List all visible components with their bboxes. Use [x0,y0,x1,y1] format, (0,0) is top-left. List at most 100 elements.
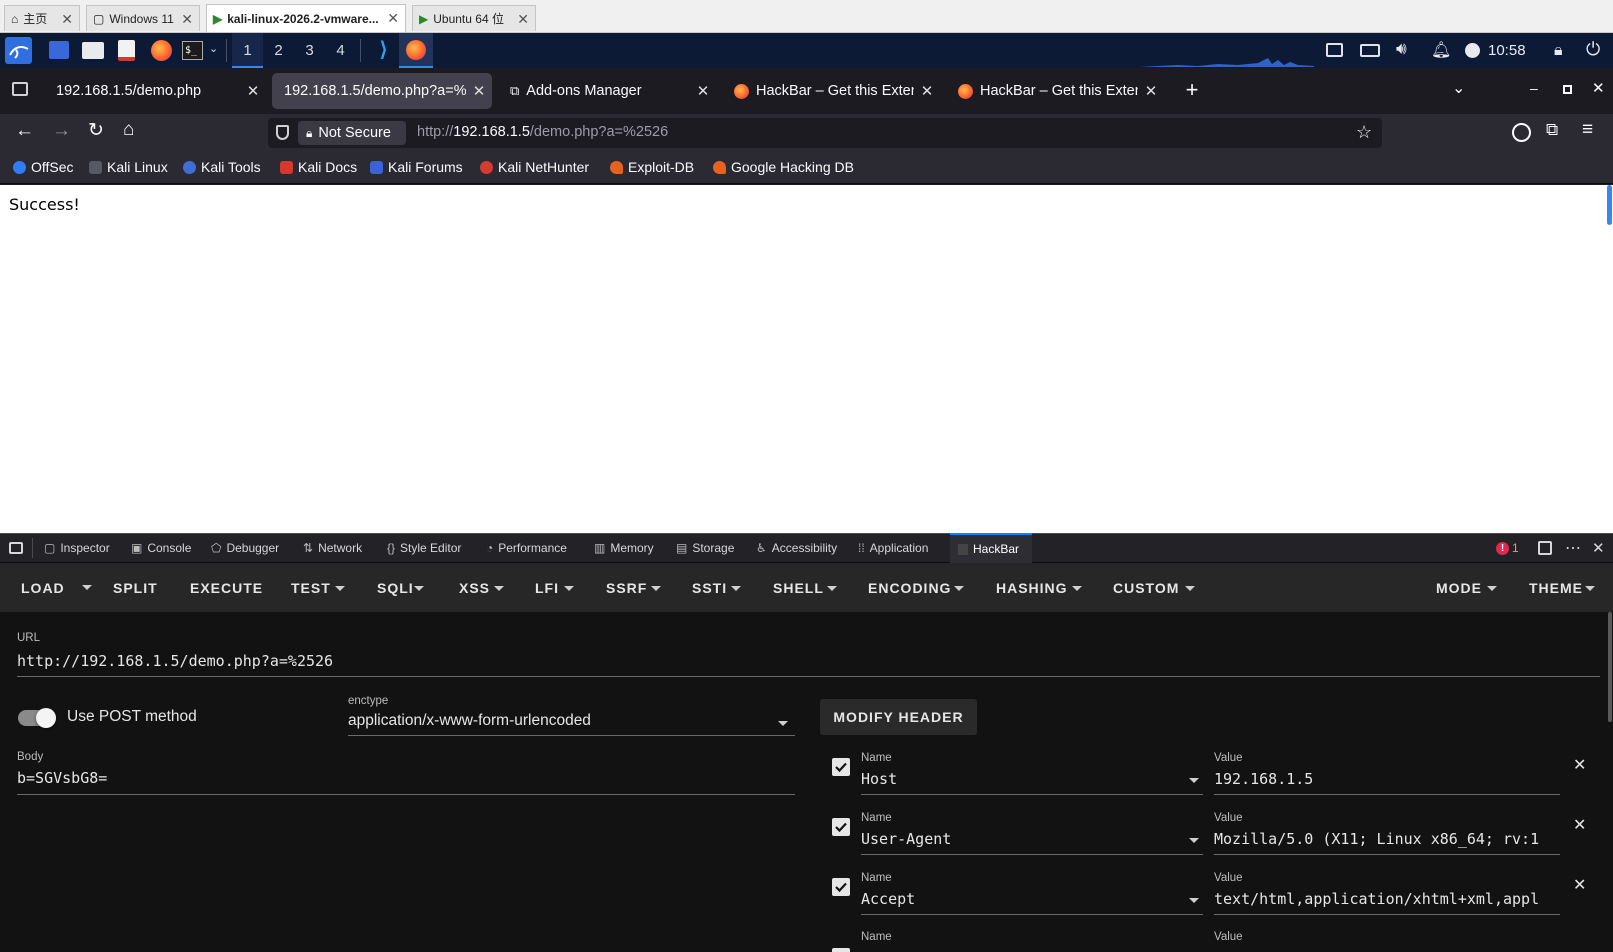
vertical-scrollbar[interactable] [1607,185,1612,225]
lfi-menu[interactable]: LFI [535,580,559,596]
tab-console[interactable]: ▣ Console [131,541,191,555]
tab-accessibility[interactable]: ♿︎ Accessibility [756,541,837,555]
error-count-badge[interactable]: ! 1 [1496,541,1519,555]
workspace-1[interactable]: 1 [232,33,263,68]
tracking-shield-icon[interactable] [276,125,289,140]
close-icon[interactable]: ✕ [181,11,193,28]
new-tab-button[interactable]: + [1178,77,1206,105]
close-icon[interactable]: ✕ [914,82,940,100]
file-manager-icon[interactable] [82,42,104,59]
split-button[interactable]: SPLIT [113,580,158,596]
shell-menu[interactable]: SHELL [773,580,824,596]
bookmark-offsec[interactable]: OffSec [13,159,74,175]
more-options-icon[interactable]: ⋯ [1565,538,1581,558]
notification-bell-icon[interactable]: 🔔︎ [1431,40,1451,60]
firefox-window-button[interactable] [399,33,433,68]
header-name-input[interactable]: Host [861,770,897,788]
close-icon[interactable]: ✕ [1138,82,1164,100]
url-text[interactable]: http://192.168.1.5/demo.php?a=%2526 [417,124,668,140]
vm-tab-windows[interactable]: ▢ Windows 11 ✕ [86,5,200,31]
header-enabled-checkbox[interactable] [832,818,850,836]
test-menu[interactable]: TEST [291,580,331,596]
vm-tab-ubuntu[interactable]: ▶ Ubuntu 64 位 ✕ [412,5,536,31]
custom-menu[interactable]: CUSTOM [1113,580,1179,596]
workspace-2[interactable]: 2 [263,33,294,68]
terminal-icon[interactable]: $_ [182,41,203,60]
vscode-window-icon[interactable]: ⟩ [372,39,395,62]
bookmark-star-icon[interactable]: ☆ [1356,122,1372,143]
browser-tab-active[interactable]: 192.168.1.5/demo.php?a=%2526 ✕ [272,73,492,109]
forward-icon[interactable]: → [52,120,71,142]
ssrf-menu[interactable]: SSRF [606,580,647,596]
load-dropdown-icon[interactable] [82,585,92,590]
header-value-input[interactable]: Mozilla/5.0 (X11; Linux x86_64; rv:1 [1214,830,1560,848]
body-input[interactable]: b=SGVsbG8= [17,769,107,787]
extensions-icon[interactable]: ⧉ [1546,120,1558,140]
keyboard-icon[interactable] [1360,44,1380,57]
reload-icon[interactable]: ↻ [88,119,104,142]
lock-icon[interactable]: 🔒︎ [1554,42,1563,60]
browser-tab[interactable]: 192.168.1.5/demo.php ✕ [44,73,266,109]
chevron-down-icon[interactable] [1189,838,1199,843]
browser-tab[interactable]: HackBar – Get this Extension ✕ [946,73,1164,109]
close-icon[interactable]: ✕ [466,82,492,100]
header-enabled-checkbox[interactable] [832,948,850,952]
tab-network[interactable]: ⇅ Network [303,541,362,555]
minimize-button[interactable]: – [1530,80,1538,96]
list-all-tabs-icon[interactable]: ⌄ [1452,78,1465,98]
show-desktop-icon[interactable] [49,41,69,59]
bookmark-kali-linux[interactable]: Kali Linux [89,159,168,175]
close-devtools-icon[interactable]: ✕ [1592,539,1605,557]
display-icon[interactable] [1326,43,1343,57]
bookmark-kali-tools[interactable]: Kali Tools [183,159,261,175]
sqli-menu[interactable]: SQLI [377,580,414,596]
workspace-4[interactable]: 4 [325,33,356,68]
site-identity-button[interactable]: 🔒︎ Not Secure [298,121,406,145]
power-status-icon[interactable] [1465,43,1480,58]
ssti-menu[interactable]: SSTI [692,580,727,596]
close-icon[interactable]: ✕ [240,82,266,100]
close-icon[interactable]: ✕ [517,11,529,28]
header-enabled-checkbox[interactable] [832,758,850,776]
bookmark-google-hacking-db[interactable]: Google Hacking DB [713,159,854,175]
tab-list-icon[interactable] [12,82,28,96]
mode-menu[interactable]: MODE [1436,580,1482,596]
home-icon[interactable]: ⌂ [123,119,134,141]
load-button[interactable]: LOAD [21,580,65,596]
close-window-button[interactable]: ✕ [1592,79,1605,97]
menu-icon[interactable]: ≡ [1582,119,1593,141]
maximize-button[interactable] [1563,85,1572,94]
header-value-input[interactable]: text/html,application/xhtml+xml,appl [1214,890,1560,908]
panel-scrollbar[interactable] [1608,612,1612,722]
tab-memory[interactable]: ▥ Memory [594,541,654,555]
header-name-input[interactable]: Accept [861,890,915,908]
vm-tab-kali[interactable]: ▶ kali-linux-2026.2-vmware... ✕ [206,4,406,32]
vm-tab-home[interactable]: ⌂ 主页 ✕ [4,5,80,31]
browser-tab[interactable]: ⧉ Add-ons Manager ✕ [498,73,716,109]
bookmark-kali-nethunter[interactable]: Kali NetHunter [480,159,589,175]
modify-header-button[interactable]: MODIFY HEADER [820,699,977,735]
remove-header-icon[interactable]: ✕ [1573,875,1586,895]
dock-side-icon[interactable] [1538,541,1552,555]
element-picker-icon[interactable] [9,542,23,554]
xss-menu[interactable]: XSS [459,580,490,596]
clock[interactable]: 10:58 [1488,42,1526,59]
chevron-down-icon[interactable]: ⌄ [209,42,218,55]
tab-debugger[interactable]: ⬠ Debugger [211,541,279,555]
bookmark-exploit-db[interactable]: Exploit-DB [610,159,694,175]
text-editor-icon[interactable] [118,40,135,61]
url-bar[interactable]: 🔒︎ Not Secure http://192.168.1.5/demo.ph… [268,118,1382,148]
tab-hackbar-active[interactable]: HackBar [950,533,1032,563]
execute-button[interactable]: EXECUTE [190,580,263,596]
url-input[interactable]: http://192.168.1.5/demo.php?a=%2526 [17,652,333,670]
theme-menu[interactable]: THEME [1529,580,1583,596]
remove-header-icon[interactable]: ✕ [1573,755,1586,775]
remove-header-icon[interactable]: ✕ [1573,815,1586,835]
kali-menu-icon[interactable] [5,37,32,64]
close-icon[interactable]: ✕ [387,10,399,27]
close-icon[interactable]: ✕ [61,11,73,28]
tab-application[interactable]: ⁞⁞ Application [858,541,928,555]
tab-style-editor[interactable]: {} Style Editor [387,541,461,555]
volume-icon[interactable]: 🔊︎ [1396,39,1407,59]
header-value-input[interactable]: 192.168.1.5 [1214,770,1560,788]
